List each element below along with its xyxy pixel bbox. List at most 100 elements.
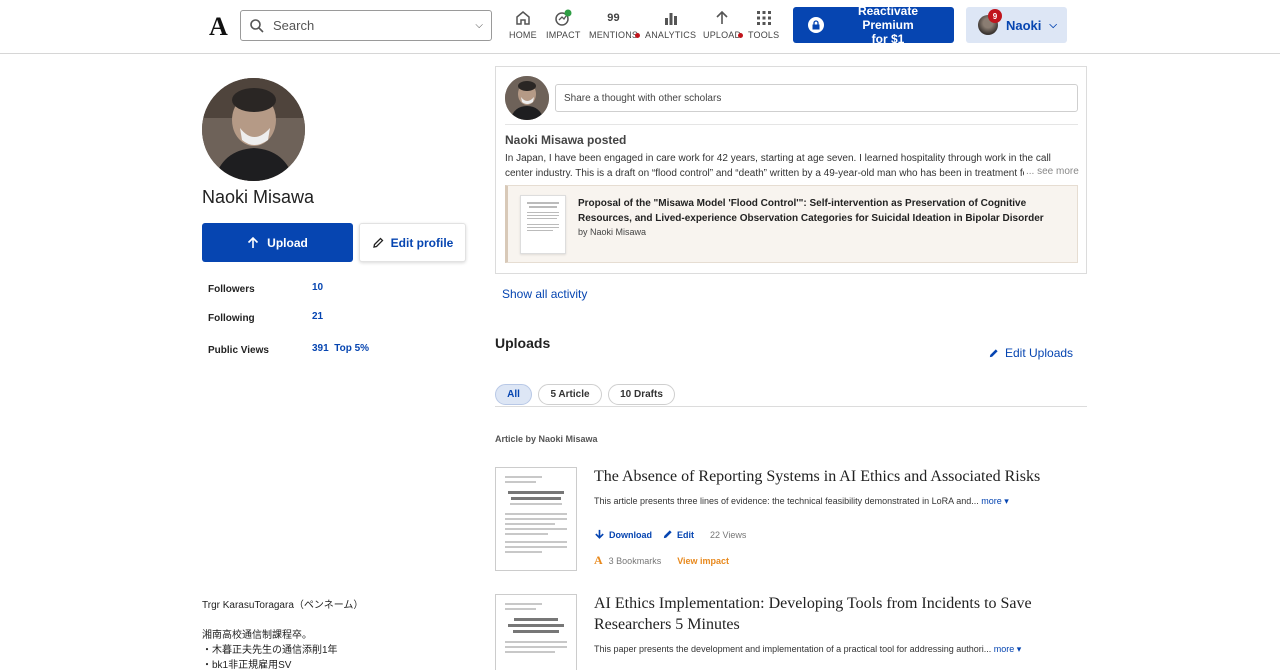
download-label: Download bbox=[609, 529, 652, 540]
bio-line: 湘南高校通信制課程卒。 bbox=[202, 630, 312, 641]
edit-label: Edit bbox=[677, 529, 694, 540]
upload-button-label: Upload bbox=[267, 235, 308, 250]
public-views-value: 391 bbox=[312, 343, 329, 354]
profile-avatar bbox=[202, 78, 305, 181]
mentions-notification-dot bbox=[635, 33, 640, 38]
see-more-link[interactable]: ... see more bbox=[1024, 166, 1079, 177]
nav-impact-label: IMPACT bbox=[546, 30, 581, 40]
analytics-icon bbox=[663, 8, 679, 28]
chevron-down-icon[interactable]: ⌵ bbox=[475, 20, 483, 31]
composer-avatar bbox=[505, 76, 549, 120]
edit-uploads-link[interactable]: Edit Uploads bbox=[988, 346, 1073, 360]
download-link[interactable]: Download bbox=[594, 529, 652, 540]
profile-bio: Trgr KarasuToragara（ペンネーム） 湘南高校通信制課程卒。 ・… bbox=[202, 598, 363, 670]
paper-abstract-text: This article presents three lines of evi… bbox=[594, 496, 979, 506]
nav-analytics[interactable]: ANALYTICS bbox=[645, 8, 696, 40]
activity-card: Naoki Misawa posted In Japan, I have bee… bbox=[495, 66, 1087, 274]
nav-tools-label: TOOLS bbox=[748, 30, 780, 40]
paper-abstract: This article presents three lines of evi… bbox=[594, 496, 1009, 507]
more-label: more bbox=[981, 496, 1002, 506]
filter-chip-all[interactable]: All bbox=[495, 384, 532, 405]
nav-mentions[interactable]: 99 MENTIONS bbox=[589, 8, 640, 40]
followers-label: Followers bbox=[208, 284, 255, 295]
more-link[interactable]: more ▾ bbox=[994, 644, 1022, 654]
edit-profile-label: Edit profile bbox=[390, 235, 454, 250]
uploads-heading: Uploads bbox=[495, 335, 551, 351]
reactivate-premium-button[interactable]: Reactivate Premium for $1 bbox=[793, 4, 954, 46]
show-all-activity-link[interactable]: Show all activity bbox=[502, 287, 587, 301]
download-icon bbox=[595, 529, 604, 539]
search-box[interactable]: ⌵ bbox=[240, 10, 492, 41]
notification-badge: 9 bbox=[988, 9, 1002, 23]
paper-abstract: This paper presents the development and … bbox=[594, 644, 1021, 655]
upload-button[interactable]: Upload bbox=[202, 223, 353, 262]
upload-notification-dot bbox=[738, 33, 743, 38]
nav-mentions-label: MENTIONS bbox=[589, 30, 639, 40]
nav-upload[interactable]: UPLOAD bbox=[703, 8, 743, 40]
bookmark-icon: A bbox=[594, 553, 603, 567]
nav-home[interactable]: HOME bbox=[509, 8, 537, 40]
home-icon bbox=[514, 8, 532, 28]
edit-profile-button[interactable]: Edit profile bbox=[359, 223, 466, 262]
tools-icon bbox=[756, 8, 771, 28]
user-menu-button[interactable]: 9 Naoki ⌵ bbox=[966, 7, 1067, 43]
following-count[interactable]: 21 bbox=[312, 311, 323, 322]
divider bbox=[495, 406, 1087, 407]
profile-name: Naoki Misawa bbox=[202, 187, 315, 207]
section-label: Article by Naoki Misawa bbox=[495, 434, 598, 444]
chevron-down-icon: ⌵ bbox=[1049, 19, 1057, 31]
edit-link[interactable]: Edit bbox=[662, 529, 694, 540]
share-thought-input[interactable] bbox=[555, 84, 1078, 112]
bio-line: ・木暮正夫先生の通信添削1年 bbox=[202, 645, 338, 656]
bio-line: ・bk1非正規雇用SV bbox=[202, 660, 292, 670]
shared-paper-author: by Naoki Misawa bbox=[578, 227, 647, 237]
paper-abstract-text: This paper presents the development and … bbox=[594, 644, 992, 654]
paper-actions: Download Edit 22 Views bbox=[594, 529, 746, 540]
premium-label-line1: Reactivate Premium bbox=[857, 4, 919, 32]
premium-label-line2: for $1 bbox=[871, 32, 905, 46]
paper-title[interactable]: AI Ethics Implementation: Developing Too… bbox=[594, 593, 1074, 635]
paper-thumbnail[interactable] bbox=[495, 467, 577, 571]
user-avatar: 9 bbox=[978, 9, 1002, 35]
nav-upload-label: UPLOAD bbox=[703, 30, 742, 40]
followers-count[interactable]: 10 bbox=[312, 282, 323, 293]
view-count: 22 Views bbox=[710, 529, 747, 540]
pencil-icon bbox=[663, 530, 672, 539]
bio-line: Trgr KarasuToragara（ペンネーム） bbox=[202, 600, 364, 611]
post-author[interactable]: Naoki Misawa posted bbox=[505, 133, 626, 147]
search-icon bbox=[250, 18, 264, 33]
filter-chip-drafts[interactable]: 10 Drafts bbox=[608, 384, 675, 405]
bookmarks-count: 3 Bookmarks bbox=[608, 555, 662, 566]
pencil-icon bbox=[372, 237, 384, 248]
bio-line bbox=[202, 613, 363, 628]
lock-icon bbox=[808, 17, 824, 33]
shared-paper-title[interactable]: Proposal of the "Misawa Model 'Flood Con… bbox=[578, 196, 1073, 226]
upload-icon bbox=[715, 8, 729, 28]
more-label: more bbox=[993, 644, 1015, 654]
shared-paper-card[interactable]: Proposal of the "Misawa Model 'Flood Con… bbox=[505, 185, 1078, 263]
paper-title[interactable]: The Absence of Reporting Systems in AI E… bbox=[594, 466, 1074, 487]
search-input[interactable] bbox=[273, 18, 476, 33]
post-text: In Japan, I have been engaged in care wo… bbox=[505, 153, 1051, 179]
premium-label: Reactivate Premium for $1 bbox=[833, 4, 943, 46]
public-views-count[interactable]: 391 Top 5% bbox=[312, 343, 369, 354]
nav-impact[interactable]: IMPACT bbox=[546, 8, 581, 40]
upload-arrow-icon bbox=[248, 236, 259, 248]
view-impact-link[interactable]: View impact bbox=[677, 556, 729, 566]
paper-impact-row: A 3 Bookmarks View impact bbox=[594, 553, 729, 568]
edit-uploads-label: Edit Uploads bbox=[1005, 346, 1074, 360]
divider bbox=[505, 124, 1078, 125]
top-navigation-bar: A ⌵ HOME IMPACT 99 MENTIONS ANALYTICS UP… bbox=[0, 0, 1280, 54]
more-link[interactable]: more ▾ bbox=[981, 496, 1009, 506]
nav-home-label: HOME bbox=[509, 30, 537, 40]
nav-tools[interactable]: TOOLS bbox=[748, 8, 779, 40]
impact-icon bbox=[553, 8, 573, 28]
public-views-label: Public Views bbox=[208, 345, 269, 356]
paper-thumbnail bbox=[520, 195, 566, 254]
academia-logo[interactable]: A bbox=[209, 12, 228, 42]
filter-chip-articles[interactable]: 5 Article bbox=[538, 384, 602, 405]
user-name: Naoki bbox=[1006, 17, 1042, 33]
pencil-icon bbox=[989, 348, 998, 357]
following-label: Following bbox=[208, 313, 255, 324]
paper-thumbnail[interactable] bbox=[495, 594, 577, 670]
